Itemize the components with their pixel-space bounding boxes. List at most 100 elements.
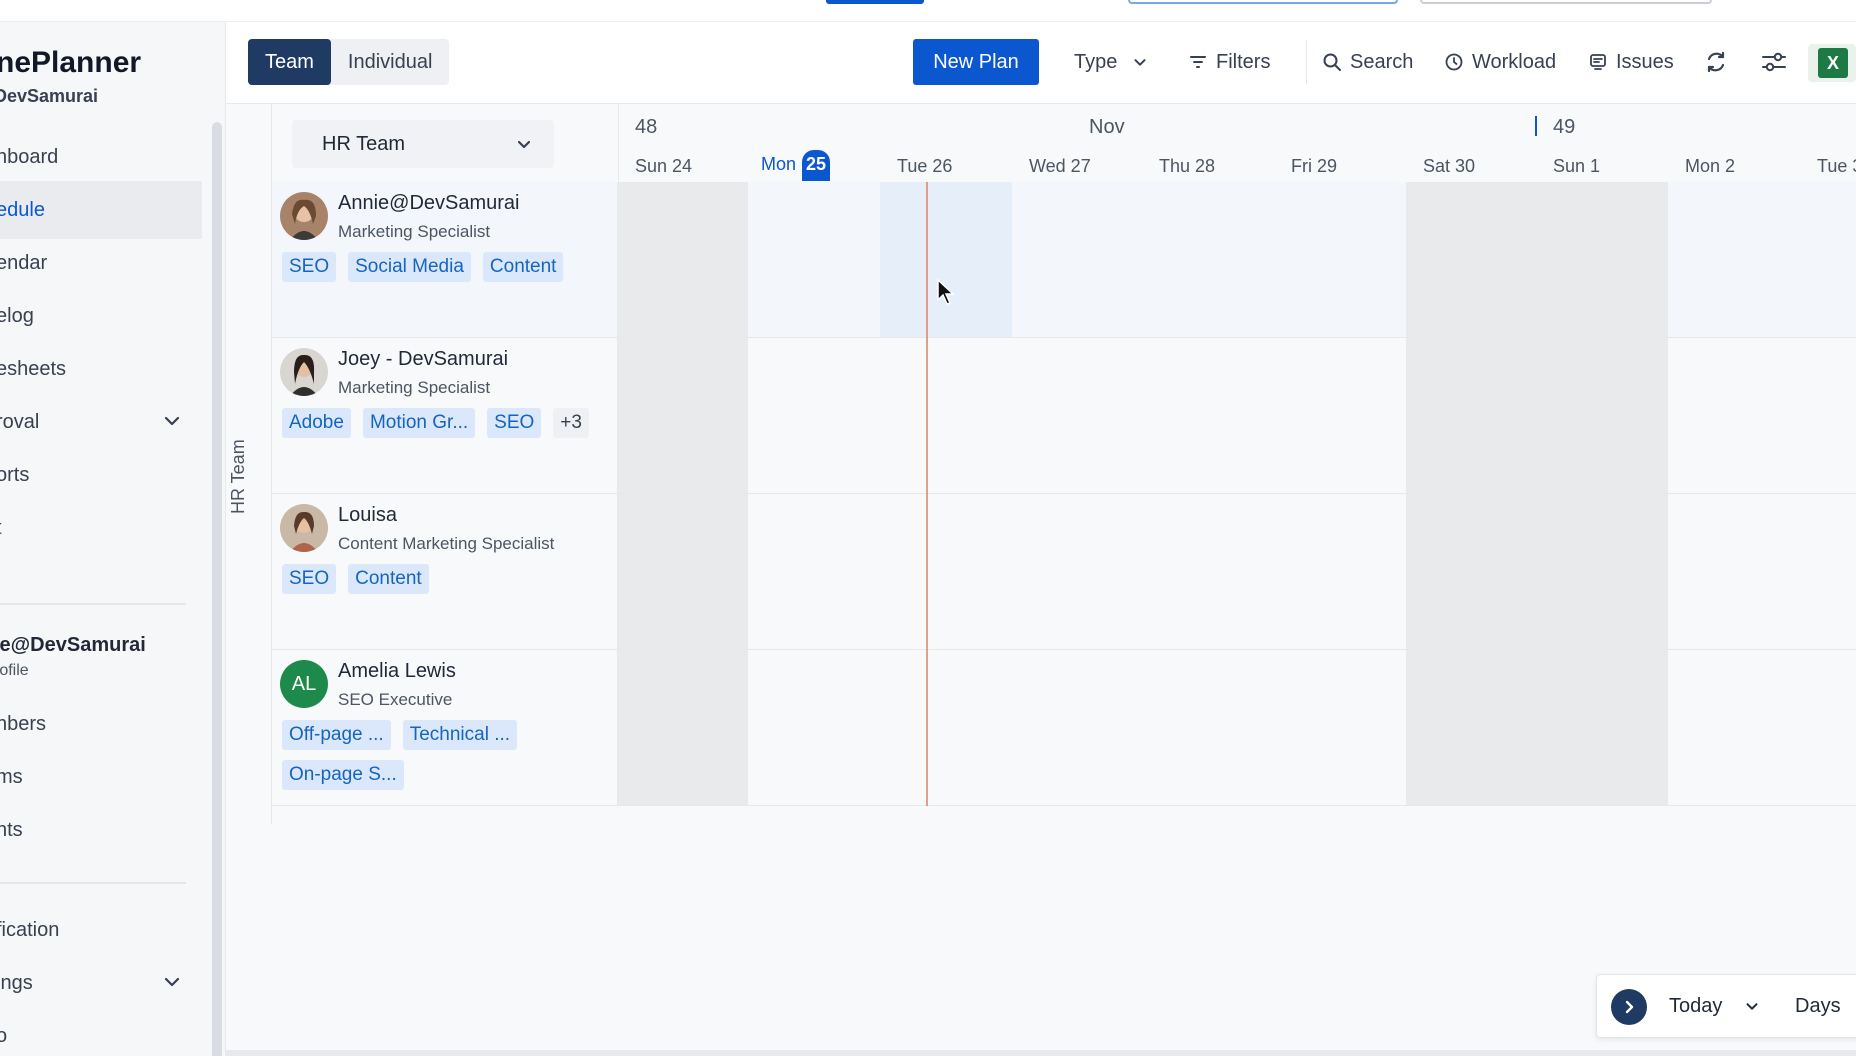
mouse-pointer-icon — [937, 278, 955, 305]
skill-tag[interactable]: SEO — [282, 252, 337, 282]
chevron-down-icon[interactable] — [1743, 997, 1761, 1015]
clock-icon — [1445, 53, 1463, 71]
person-row[interactable]: Annie@DevSamurai Marketing Specialist SE… — [272, 182, 618, 338]
person-role: Marketing Specialist — [338, 222, 491, 241]
filters-button[interactable]: Filters — [1188, 39, 1270, 85]
top-field-2[interactable] — [1420, 0, 1712, 4]
type-dropdown[interactable]: Type — [1074, 39, 1149, 85]
avatar — [280, 504, 328, 552]
day-header[interactable]: Fri 29 — [1291, 156, 1337, 177]
person-role: Marketing Specialist — [338, 378, 491, 397]
excel-icon: X — [1818, 48, 1848, 78]
person-row[interactable]: Joey - DevSamurai Marketing Specialist A… — [272, 338, 618, 494]
skill-tag[interactable]: Motion Gr... — [362, 408, 476, 438]
skill-tag[interactable]: Adobe — [282, 408, 351, 438]
sidebar-item-approval[interactable]: roval — [0, 393, 202, 451]
hovered-cell[interactable] — [880, 182, 1012, 337]
workload-button[interactable]: Workload — [1444, 39, 1556, 85]
weekend-column — [618, 182, 748, 337]
skill-tag[interactable]: SEO — [487, 408, 542, 438]
skill-tag[interactable]: Off-page ... — [282, 720, 391, 750]
person-name: Amelia Lewis — [338, 660, 456, 682]
top-tab-indicator[interactable] — [826, 0, 924, 4]
day-header[interactable]: Sat 30 — [1423, 156, 1475, 177]
days-view-button[interactable]: Days — [1795, 995, 1841, 1018]
person-name: Annie@DevSamurai — [338, 192, 520, 214]
tab-team[interactable]: Team — [248, 39, 331, 85]
sidebar-item-t[interactable]: t — [0, 499, 202, 557]
sliders-icon — [1762, 52, 1786, 72]
chevron-down-icon[interactable] — [162, 972, 182, 992]
excel-export-button[interactable]: X — [1808, 44, 1856, 82]
day-header[interactable]: Wed 27 — [1029, 156, 1091, 177]
team-select[interactable]: HR Team — [292, 120, 554, 168]
skill-tag[interactable]: Technical ... — [402, 720, 518, 750]
week-number: 49 — [1553, 116, 1576, 138]
chevron-down-icon — [1134, 59, 1146, 66]
today-badge: 25 — [802, 150, 831, 181]
sidebar-item-timelog[interactable]: elog — [0, 287, 202, 345]
day-header[interactable]: Sun 24 — [635, 156, 692, 177]
day-header-label: Mon — [761, 154, 797, 174]
issues-icon — [1590, 54, 1606, 70]
weekend-column — [1406, 494, 1668, 649]
schedule-row[interactable] — [618, 338, 1856, 494]
schedule-row[interactable] — [618, 182, 1856, 338]
weekend-column — [1406, 650, 1668, 805]
sidebar-item-schedule[interactable]: edule — [0, 181, 202, 239]
user-name[interactable]: ie@DevSamurai — [0, 634, 146, 657]
day-header-today[interactable]: Mon 25 — [761, 150, 831, 181]
sidebar-item-calendar[interactable]: endar — [0, 234, 202, 292]
skill-tag[interactable]: On-page S... — [282, 760, 404, 790]
today-button[interactable]: Today — [1669, 995, 1722, 1018]
person-row[interactable]: AL Amelia Lewis SEO Executive Off-page .… — [272, 650, 618, 806]
sidebar-item-label: roval — [0, 410, 40, 433]
week-number: 48 — [635, 116, 658, 138]
person-role: Content Marketing Specialist — [338, 534, 555, 553]
new-plan-button[interactable]: New Plan — [913, 39, 1039, 85]
person-row[interactable]: Louisa Content Marketing Specialist SEO … — [272, 494, 618, 650]
sidebar-item-label: t — [0, 517, 2, 540]
sidebar-item-notification[interactable]: fication — [0, 901, 202, 959]
skill-tag[interactable]: Content — [348, 564, 429, 594]
sidebar-item-label: ms — [0, 765, 23, 788]
person-name: Louisa — [338, 504, 397, 526]
month-label: Nov — [1089, 116, 1125, 138]
weekend-column — [618, 494, 748, 649]
day-header[interactable]: Tue 26 — [897, 156, 952, 177]
sidebar-item-dashboard[interactable]: hboard — [0, 128, 202, 186]
issues-button[interactable]: Issues — [1588, 39, 1674, 85]
chevron-down-icon[interactable] — [162, 411, 182, 431]
sync-button[interactable] — [1702, 39, 1738, 85]
top-field-1[interactable] — [1128, 0, 1398, 4]
horizontal-scrollbar[interactable] — [226, 1050, 1856, 1056]
group-label: HR Team — [228, 439, 248, 514]
toolbar: Team Individual New Plan Type Filters Se… — [226, 22, 1856, 104]
search-button[interactable]: Search — [1322, 39, 1413, 85]
more-tags-badge[interactable]: +3 — [553, 408, 589, 438]
type-label: Type — [1074, 50, 1118, 73]
sidebar-item-teams[interactable]: ms — [0, 748, 202, 806]
sidebar-item-label: nts — [0, 818, 23, 841]
sidebar-item-members[interactable]: nbers — [0, 695, 202, 753]
sidebar-item-help[interactable]: o — [0, 1007, 202, 1056]
day-header[interactable]: Mon 2 — [1685, 156, 1735, 177]
day-header[interactable]: Tue 3 — [1817, 156, 1856, 177]
sidebar-item-reports[interactable]: orts — [0, 446, 202, 504]
sidebar-item-events[interactable]: nts — [0, 801, 202, 859]
next-button[interactable] — [1611, 989, 1647, 1025]
skill-tag[interactable]: Content — [482, 252, 564, 282]
settings-sliders-button[interactable] — [1760, 39, 1796, 85]
skill-tag[interactable]: Social Media — [348, 252, 471, 282]
skill-tag[interactable]: SEO — [282, 564, 337, 594]
user-profile-link[interactable]: rofile — [0, 662, 29, 680]
schedule-row[interactable] — [618, 494, 1856, 650]
day-header[interactable]: Thu 28 — [1159, 156, 1215, 177]
sidebar-scrollbar[interactable] — [212, 122, 222, 1056]
search-icon — [1323, 53, 1341, 71]
sidebar-item-settings[interactable]: ings — [0, 954, 202, 1012]
day-header[interactable]: Sun 1 — [1553, 156, 1600, 177]
sidebar-item-timesheets[interactable]: esheets — [0, 340, 202, 398]
schedule-row[interactable] — [618, 650, 1856, 806]
tab-individual[interactable]: Individual — [331, 39, 450, 85]
